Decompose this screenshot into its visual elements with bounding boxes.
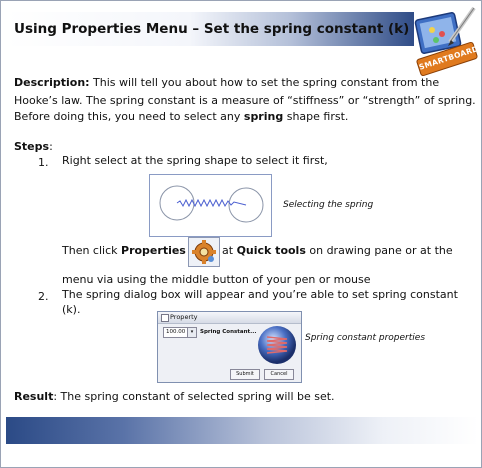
description-text-1: This will tell you about how to set the … (89, 76, 440, 89)
step-1b-text-c: on drawing pane or at the (305, 244, 453, 257)
submit-button[interactable]: Submit (230, 369, 260, 380)
properties-label: Properties (121, 244, 186, 257)
spring-selection-figure (149, 174, 272, 237)
dialog-title: Property (170, 313, 198, 321)
steps-heading: Steps: (14, 139, 53, 155)
step-2-line-1: The spring dialog box will appear and yo… (62, 288, 458, 301)
description-line-3: Before doing this, you need to select an… (14, 109, 348, 125)
footer-bar (6, 417, 478, 444)
step-2-line-2: (k). (62, 303, 81, 316)
spring-sphere-icon (258, 326, 296, 364)
quick-tools-label: Quick tools (236, 244, 306, 257)
description-label: Description: (14, 76, 90, 89)
property-dialog: Property 100.00 ▾ Spring Constant... Sub… (157, 311, 302, 383)
page-title: Using Properties Menu – Set the spring c… (14, 21, 410, 37)
step-1b-text-b: at (222, 244, 237, 257)
spring-drawing-icon (159, 185, 264, 223)
properties-icon (188, 237, 220, 267)
dialog-window-icon (161, 314, 169, 322)
result-text: : The spring constant of selected spring… (53, 390, 335, 403)
chevron-down-icon[interactable]: ▾ (187, 327, 197, 338)
step-1b-line-cont: at Quick tools on drawing pane or at the (222, 243, 453, 259)
step-1c-text: menu via using the middle button of your… (62, 273, 371, 286)
description-text-3a: Before doing this, you need to select an… (14, 110, 244, 123)
step-1-number: 1. (38, 156, 49, 169)
steps-colon: : (49, 140, 53, 153)
result-label: Result (14, 390, 54, 403)
description-line-1: Description: This will tell you about ho… (14, 75, 439, 91)
step-1b-line: Then click Properties (62, 243, 186, 259)
step-1-text: Right select at the spring shape to sele… (62, 154, 328, 167)
step-2-number: 2. (38, 290, 49, 303)
step-1b-text-a: Then click (62, 244, 122, 257)
description-line-2: Hooke’s law. The spring constant is a me… (14, 94, 476, 107)
cancel-button[interactable]: Cancel (264, 369, 294, 380)
figure-2-caption: Spring constant properties (305, 333, 426, 343)
figure-1-caption: Selecting the spring (283, 200, 374, 210)
description-bold-spring: spring (243, 110, 284, 123)
steps-label: Steps (14, 140, 50, 153)
spring-constant-value-field[interactable]: 100.00 (163, 327, 189, 338)
description-text-3b: shape first. (283, 110, 349, 123)
gear-icon (192, 240, 216, 264)
spring-constant-label: Spring Constant... (200, 329, 257, 335)
result-line: Result: The spring constant of selected … (14, 389, 335, 405)
